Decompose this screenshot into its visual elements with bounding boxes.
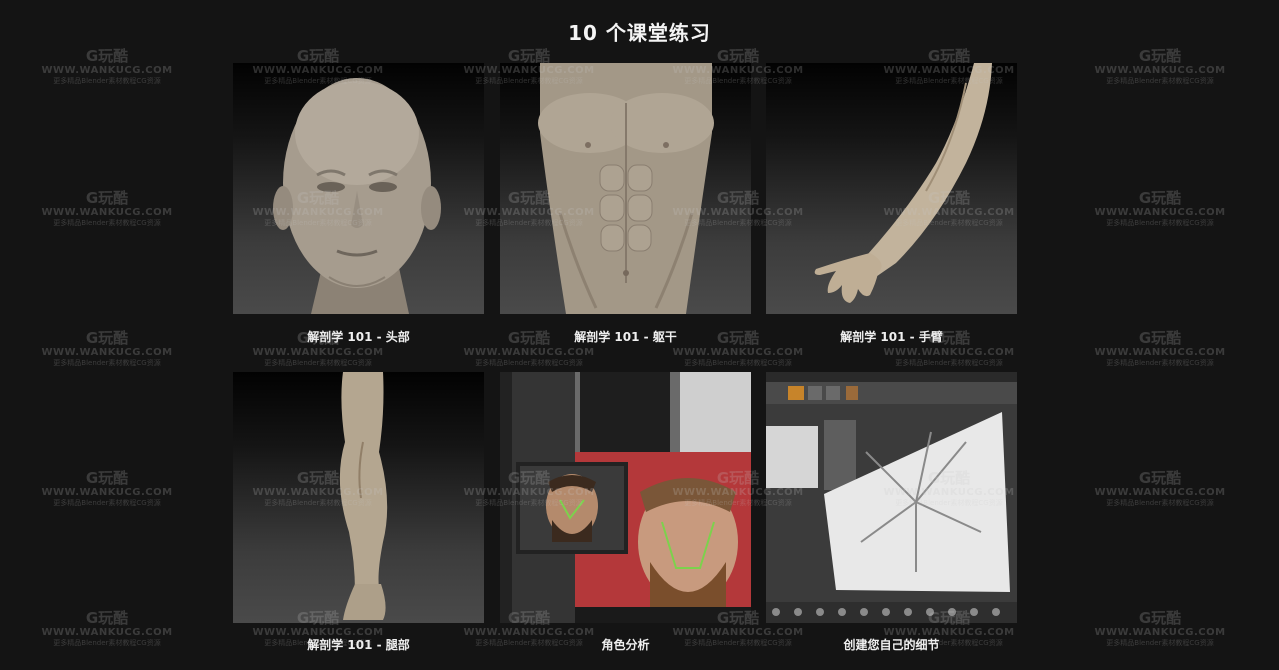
- lesson-caption: 解剖学 101 - 躯干: [574, 330, 677, 344]
- character-analysis-thumbnail[interactable]: [500, 372, 751, 623]
- leg-sculpt-thumbnail[interactable]: [233, 372, 484, 623]
- lesson-caption: 角色分析: [601, 638, 650, 652]
- arm-sculpt-icon: [814, 63, 992, 303]
- lesson-caption: 创建您自己的细节: [843, 638, 940, 652]
- watermark: G玩酷 WWW.WANKUCG.COM 更多精品Blender素材教程CG资源: [41, 189, 173, 227]
- watermark: G玩酷 WWW.WANKUCG.COM 更多精品Blender素材教程CG资源: [1094, 47, 1226, 85]
- watermark: G玩酷 WWW.WANKUCG.COM 更多精品Blender素材教程CG资源: [1094, 469, 1226, 507]
- lesson-card-torso[interactable]: 解剖学 101 - 躯干: [500, 63, 751, 344]
- arm-sculpt-thumbnail[interactable]: [766, 63, 1017, 314]
- watermark: G玩酷 WWW.WANKUCG.COM 更多精品Blender素材教程CG资源: [41, 329, 173, 367]
- head-sculpt-icon: [273, 78, 441, 314]
- watermark: G玩酷 WWW.WANKUCG.COM 更多精品Blender素材教程CG资源: [41, 47, 173, 85]
- watermark: G玩酷 WWW.WANKUCG.COM 更多精品Blender素材教程CG资源: [1094, 189, 1226, 227]
- custom-details-thumbnail[interactable]: [766, 372, 1017, 623]
- torso-sculpt-thumbnail[interactable]: [500, 63, 751, 314]
- lesson-card-leg[interactable]: 解剖学 101 - 腿部: [233, 372, 484, 652]
- lesson-card-arm[interactable]: 解剖学 101 - 手臂: [766, 63, 1017, 344]
- lesson-caption: 解剖学 101 - 腿部: [307, 638, 410, 652]
- leg-sculpt-icon: [339, 372, 388, 620]
- page-title: 10 个课堂练习: [568, 21, 711, 45]
- lesson-card-custom-details[interactable]: 创建您自己的细节: [766, 372, 1017, 652]
- zbrush-interface-icon: [766, 372, 1017, 623]
- lesson-caption: 解剖学 101 - 手臂: [840, 330, 943, 344]
- torso-sculpt-icon: [538, 63, 714, 314]
- watermark: G玩酷 WWW.WANKUCG.COM 更多精品Blender素材教程CG资源: [41, 609, 173, 647]
- watermark: G玩酷 WWW.WANKUCG.COM 更多精品Blender素材教程CG资源: [41, 469, 173, 507]
- watermark: G玩酷 WWW.WANKUCG.COM 更多精品Blender素材教程CG资源: [1094, 329, 1226, 367]
- lesson-card-head[interactable]: 解剖学 101 - 头部: [233, 63, 484, 344]
- lesson-card-character-analysis[interactable]: 角色分析: [500, 372, 751, 652]
- face-reference-icon: [500, 372, 751, 623]
- watermark: G玩酷 WWW.WANKUCG.COM 更多精品Blender素材教程CG资源: [1094, 609, 1226, 647]
- lesson-caption: 解剖学 101 - 头部: [307, 330, 410, 344]
- head-sculpt-thumbnail[interactable]: [233, 63, 484, 314]
